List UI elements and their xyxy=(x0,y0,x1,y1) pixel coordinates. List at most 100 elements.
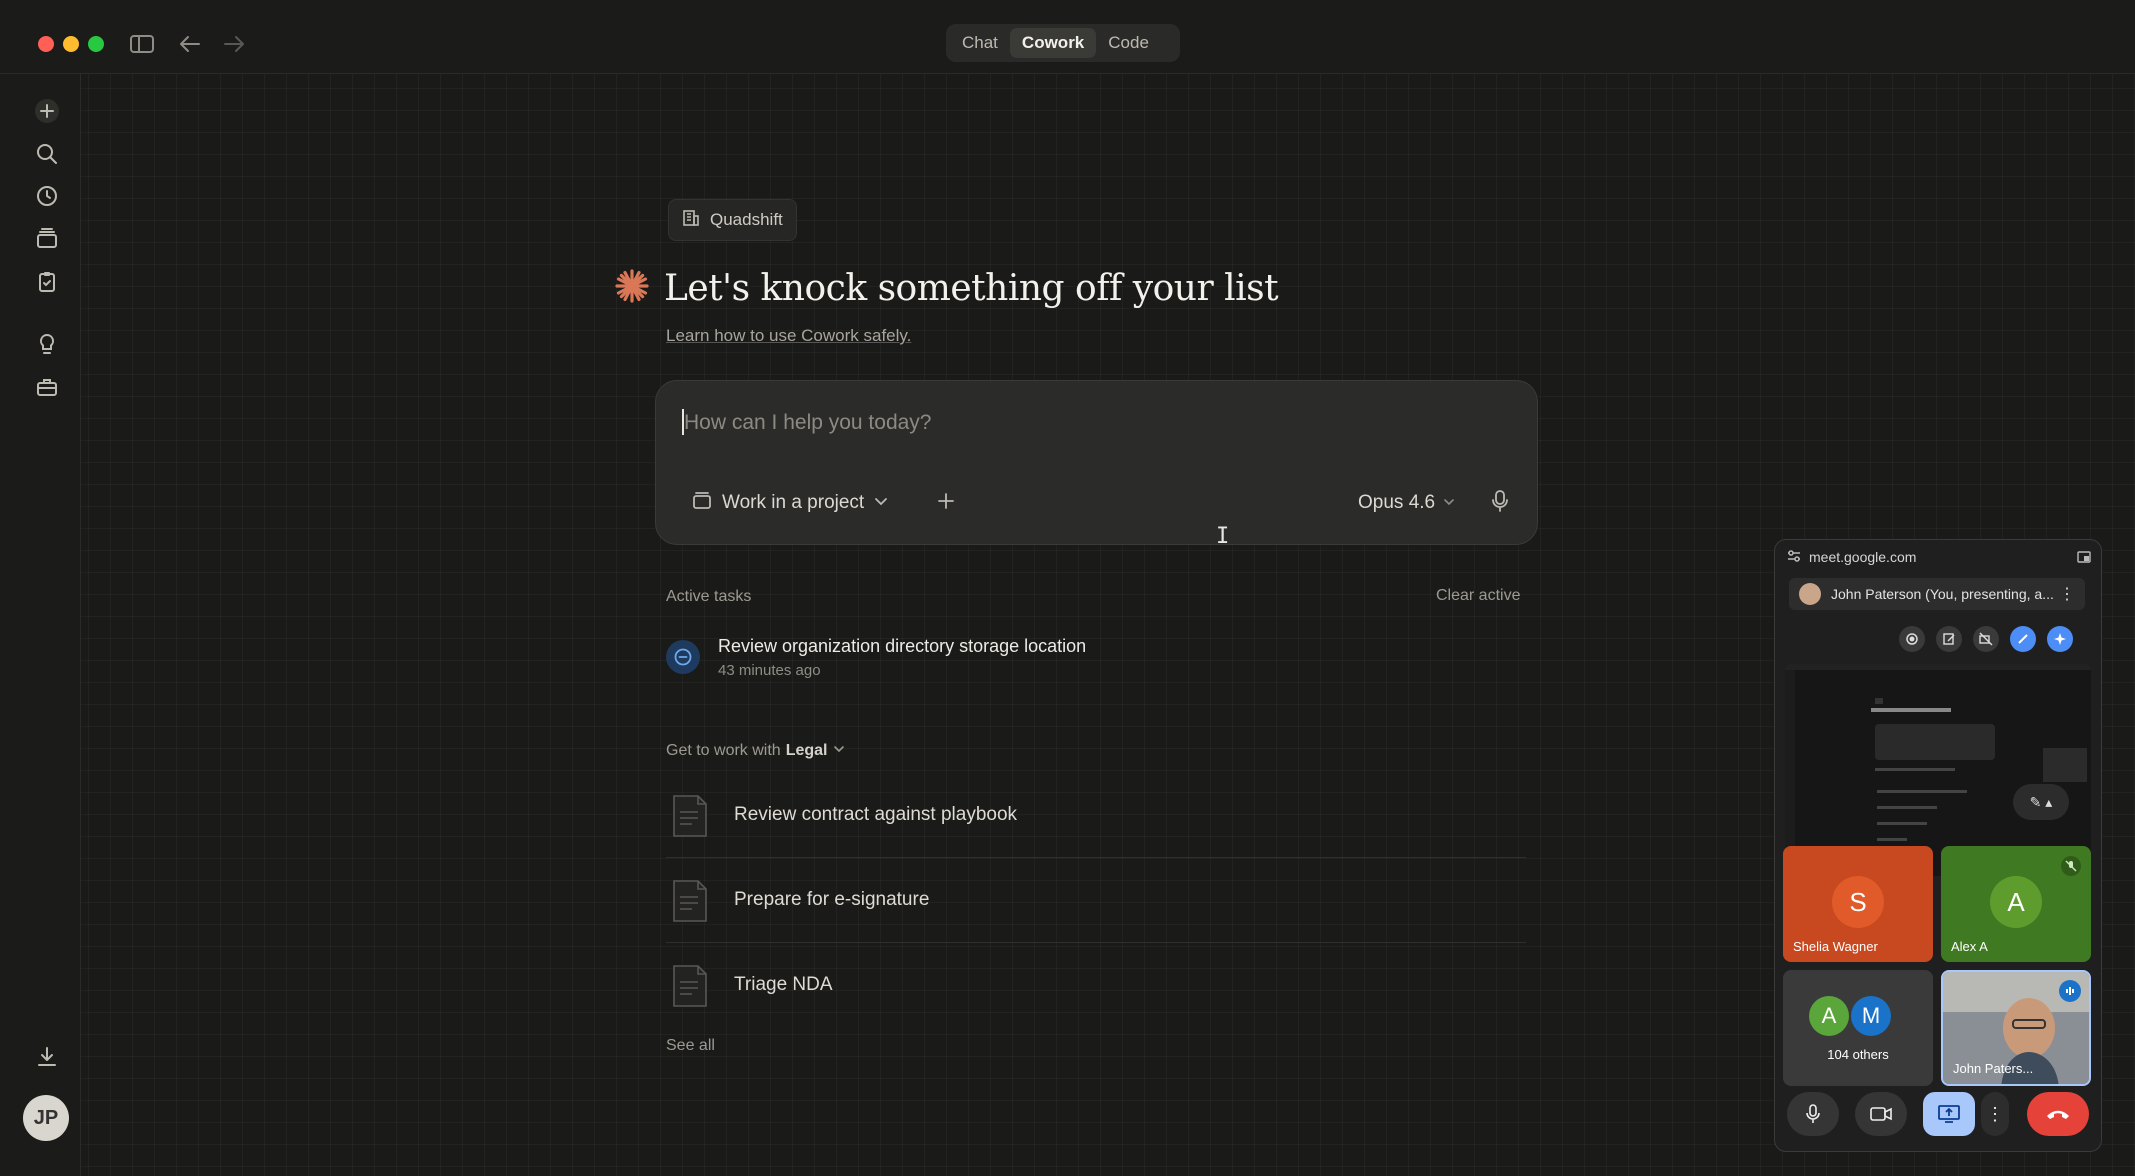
task-row[interactable]: Review organization directory storage lo… xyxy=(666,634,1526,684)
microphone-icon xyxy=(1489,489,1511,518)
skill-item[interactable]: Triage NDA xyxy=(666,944,1526,1028)
participant-name: John Paters... xyxy=(1953,1061,2034,1076)
learn-cowork-link[interactable]: Learn how to use Cowork safely. xyxy=(666,326,911,346)
back-arrow-icon[interactable] xyxy=(176,30,204,58)
annotate-pen-icon[interactable]: ✎ ▴ xyxy=(2013,784,2069,820)
meet-url: meet.google.com xyxy=(1809,549,1917,565)
document-icon xyxy=(670,879,710,923)
meet-url-bar: meet.google.com xyxy=(1775,540,2101,574)
microphone-button[interactable] xyxy=(1484,487,1516,519)
minimize-window-button[interactable] xyxy=(63,36,79,52)
presenting-banner: John Paterson (You, presenting, a... ⋮ xyxy=(1789,578,2085,610)
task-time: 43 minutes ago xyxy=(718,662,821,679)
presenting-label: John Paterson (You, presenting, a... xyxy=(1831,586,2054,602)
task-title: Review organization directory storage lo… xyxy=(718,636,1087,656)
tab-chat[interactable]: Chat xyxy=(950,28,1010,58)
participant-tile[interactable]: John Paters... xyxy=(1941,970,2091,1086)
page-title: Let's knock something off your list xyxy=(664,268,1279,309)
record-icon[interactable] xyxy=(1899,626,1925,652)
meet-pip-window: meet.google.com John Paterson (You, pres… xyxy=(1774,539,2102,1152)
inbox-icon[interactable] xyxy=(32,224,62,254)
document-icon xyxy=(670,794,710,838)
presenter-avatar xyxy=(1799,583,1821,605)
zoom-window-button[interactable] xyxy=(88,36,104,52)
chat-bubble-icon xyxy=(666,640,700,674)
new-task-plus-icon[interactable] xyxy=(32,96,62,126)
mic-button[interactable] xyxy=(1787,1092,1839,1136)
close-window-button[interactable] xyxy=(38,36,54,52)
participant-tile[interactable]: A Alex A xyxy=(1941,846,2091,962)
mic-off-icon xyxy=(2061,856,2081,876)
present-screen-button[interactable] xyxy=(1923,1092,1975,1136)
composer: Work in a project Opus 4.6 xyxy=(655,380,1538,545)
participant-avatar: A xyxy=(1809,996,1849,1036)
skill-item[interactable]: Prepare for e-signature xyxy=(666,859,1526,943)
search-icon[interactable] xyxy=(32,139,62,169)
participant-name: 104 others xyxy=(1827,1047,1889,1062)
toolbox-icon[interactable] xyxy=(32,372,62,402)
mode-switch: Chat Cowork Code xyxy=(946,24,1180,62)
more-vert-icon[interactable]: ⋮ xyxy=(2059,584,2075,604)
chevron-down-icon xyxy=(874,492,888,514)
avatar[interactable]: JP xyxy=(23,1095,69,1141)
participant-avatar: M xyxy=(1851,996,1891,1036)
skill-label: Triage NDA xyxy=(734,974,833,995)
tab-cowork[interactable]: Cowork xyxy=(1009,28,1097,58)
participant-avatar: A xyxy=(1990,876,2042,928)
gemini-sparkle-icon[interactable] xyxy=(2047,626,2073,652)
sidebar-toggle-icon[interactable] xyxy=(128,30,156,58)
skill-item[interactable]: Review contract against playbook xyxy=(666,774,1526,858)
work-with-plugin: Legal xyxy=(785,742,828,759)
magic-pen-icon[interactable] xyxy=(2010,626,2036,652)
skill-label: Prepare for e-signature xyxy=(734,889,930,910)
project-chip-label: Quadshift xyxy=(710,210,783,229)
title-bar: Chat Cowork Code xyxy=(0,0,2135,74)
chevron-down-icon xyxy=(1443,492,1455,514)
model-label: Opus 4.6 xyxy=(1358,492,1436,513)
see-all-link[interactable]: See all xyxy=(666,1037,715,1055)
participant-name: Shelia Wagner xyxy=(1793,939,1878,954)
skill-label: Review contract against playbook xyxy=(734,804,1018,825)
plus-icon xyxy=(936,491,956,516)
building-icon xyxy=(682,209,700,232)
model-selector[interactable]: Opus 4.6 xyxy=(1358,487,1455,519)
work-in-project-label: Work in a project xyxy=(722,492,865,513)
divider xyxy=(666,942,1526,943)
divider xyxy=(666,857,1526,858)
document-icon xyxy=(670,964,710,1008)
active-tasks-label: Active tasks xyxy=(666,588,752,605)
camera-off-icon[interactable] xyxy=(1973,626,1999,652)
folder-stack-icon xyxy=(692,490,712,516)
work-with-prefix: Get to work with xyxy=(666,742,781,759)
tune-icon xyxy=(1787,549,1801,566)
prompt-input[interactable] xyxy=(682,407,1486,439)
participant-avatar: S xyxy=(1832,876,1884,928)
text-cursor-icon: I xyxy=(1216,524,1230,549)
sparkle-icon xyxy=(614,268,650,309)
tab-code[interactable]: Code xyxy=(1096,28,1161,58)
text-caret xyxy=(682,409,684,435)
shared-screen-preview: ✎ ▴ xyxy=(1785,664,2091,876)
lightbulb-icon[interactable] xyxy=(32,329,62,359)
work-in-project-button[interactable]: Work in a project xyxy=(692,487,888,519)
forward-arrow-icon[interactable] xyxy=(220,30,248,58)
project-chip[interactable]: Quadshift xyxy=(668,199,797,241)
clear-active-button[interactable]: Clear active xyxy=(1436,587,1520,605)
add-attachment-button[interactable] xyxy=(932,489,960,517)
more-options-icon[interactable]: ⋮ xyxy=(1981,1092,2009,1136)
speaking-icon xyxy=(2059,980,2081,1002)
participant-tile[interactable]: A M 104 others xyxy=(1783,970,1933,1086)
clipboard-icon[interactable] xyxy=(32,267,62,297)
participant-tile[interactable]: S Shelia Wagner xyxy=(1783,846,1933,962)
work-with-selector[interactable]: Get to work with Legal xyxy=(666,742,845,760)
leave-call-button[interactable] xyxy=(2027,1092,2089,1136)
chevron-down-icon xyxy=(833,742,845,760)
download-icon[interactable] xyxy=(32,1042,62,1072)
clock-icon[interactable] xyxy=(32,181,62,211)
heading: Let's knock something off your list xyxy=(614,268,1279,309)
participant-name: Alex A xyxy=(1951,939,1988,954)
back-to-tab-icon[interactable] xyxy=(2077,550,2091,567)
edit-note-icon[interactable] xyxy=(1936,626,1962,652)
sidebar xyxy=(0,74,81,1176)
camera-button[interactable] xyxy=(1855,1092,1907,1136)
